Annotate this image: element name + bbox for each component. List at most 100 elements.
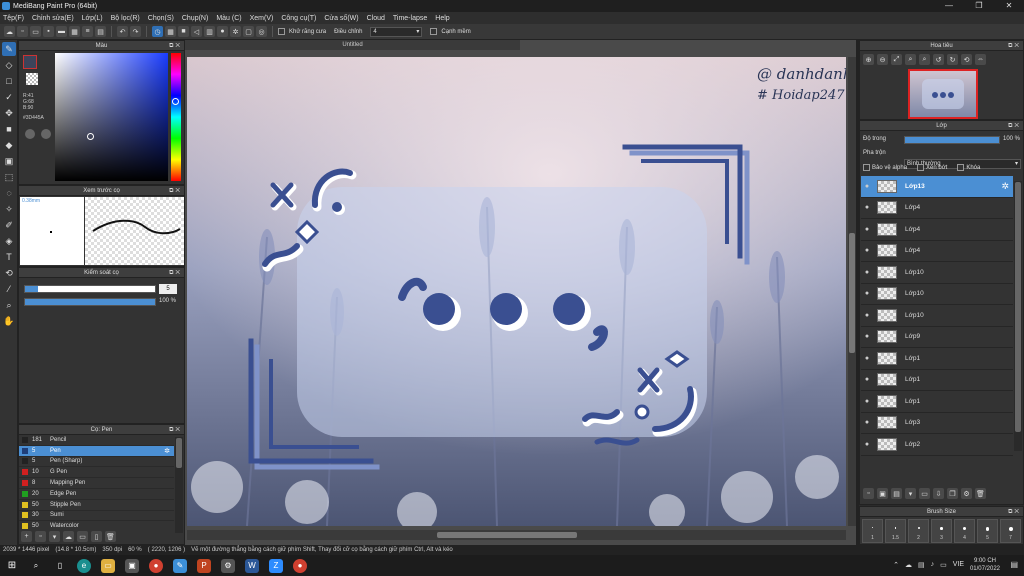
brush-size-preset[interactable]: 2	[908, 519, 929, 543]
language-indicator[interactable]: VIE	[953, 561, 964, 569]
brush-size-preset[interactable]: 3	[931, 519, 952, 543]
menu-filter[interactable]: Bộ lọc(R)	[111, 15, 140, 22]
delete-brush-icon[interactable]: 🗑	[105, 531, 116, 542]
battery-tray-icon[interactable]: ▭	[940, 561, 947, 569]
eyedropper-tool-icon[interactable]: ⁄	[2, 282, 16, 296]
eraser-tool-icon[interactable]: ◇	[2, 58, 16, 72]
brush-list-item[interactable]: 8 Mapping Pen	[19, 478, 174, 489]
layer-row[interactable]: ● Lớp2	[861, 434, 1013, 456]
hand-tool-icon[interactable]: ✋	[2, 314, 16, 328]
layer-row[interactable]: ● Lớp4	[861, 198, 1013, 219]
select-rect-tool-icon[interactable]: ⬚	[2, 170, 16, 184]
menu-snap[interactable]: Chụp(N)	[182, 15, 208, 22]
brush-list-item[interactable]: 30 Sumi	[19, 511, 174, 522]
brush-list-item[interactable]: 50 Stipple Pen	[19, 500, 174, 511]
save-icon[interactable]: ▪	[43, 26, 54, 37]
layer-row[interactable]: ● Lớp13 ✲	[861, 176, 1013, 198]
brush-size-preset[interactable]: 7	[1000, 519, 1021, 543]
word-icon[interactable]: W	[245, 558, 259, 573]
delete-layer-icon[interactable]: 🗑	[975, 488, 986, 499]
adjust-select[interactable]: 4	[370, 26, 423, 37]
nav-zoom-out-icon[interactable]: ⊖	[877, 54, 888, 65]
chrome-icon[interactable]: ●	[149, 558, 163, 573]
layer-visibility-icon[interactable]: ●	[861, 355, 873, 362]
menu-file[interactable]: Tệp(F)	[3, 15, 24, 22]
color-wheel-icon[interactable]	[41, 129, 51, 139]
gear-snap-icon[interactable]: ✲	[230, 26, 241, 37]
windows-start-icon[interactable]: ⊞	[5, 559, 19, 573]
layer-visibility-icon[interactable]: ●	[861, 441, 873, 448]
redo-icon[interactable]: ↷	[130, 26, 141, 37]
menu-timelapse[interactable]: Time-lapse	[393, 15, 427, 22]
magic-wand-tool-icon[interactable]: ✧	[2, 202, 16, 216]
layer-options-icon[interactable]: ▾	[905, 488, 916, 499]
chrome-2-icon[interactable]: ●	[293, 558, 307, 573]
layer-row[interactable]: ● Lớp3	[861, 413, 1013, 434]
document-tab[interactable]: Untitled	[185, 40, 520, 50]
brush-cloud-icon[interactable]: ☁	[63, 531, 74, 542]
menu-select[interactable]: Chọn(S)	[148, 15, 174, 22]
lock-checkbox[interactable]	[957, 164, 965, 171]
nav-zoom-icon[interactable]: ⌕	[919, 54, 930, 65]
layer-visibility-icon[interactable]: ●	[861, 419, 873, 426]
nav-zoom-in-icon[interactable]: ⊕	[863, 54, 874, 65]
nav-fit-icon[interactable]: ⤢	[891, 54, 902, 65]
circle-icon[interactable]: ●	[217, 26, 228, 37]
pen-stabilizer-icon[interactable]: ◷	[152, 26, 163, 37]
panels-icon[interactable]: ▤	[95, 26, 106, 37]
layer-visibility-icon[interactable]: ●	[861, 290, 873, 297]
text-tool-icon[interactable]: T	[2, 250, 16, 264]
medibang-taskbar-icon[interactable]: ✎	[173, 558, 187, 573]
layer-row[interactable]: ● Lớp4	[861, 219, 1013, 241]
saturation-value-picker[interactable]	[55, 53, 168, 181]
ruler-icon[interactable]: ▦	[165, 26, 176, 37]
edge-icon[interactable]: e	[77, 558, 91, 573]
layers-stack-icon[interactable]: ▥	[204, 26, 215, 37]
brush-settings-gear-icon[interactable]: ✲	[164, 447, 170, 455]
menu-tools[interactable]: Công cụ(T)	[281, 15, 316, 22]
layer-row[interactable]: ● Lớp10	[861, 262, 1013, 284]
layer-visibility-icon[interactable]: ●	[861, 376, 873, 383]
new-folder-icon[interactable]: ▭	[919, 488, 930, 499]
notification-icon[interactable]: ▤	[1010, 560, 1018, 569]
clipping-checkbox[interactable]	[917, 164, 925, 171]
store-icon[interactable]: ▣	[125, 558, 139, 573]
layer-row[interactable]: ● Lớp9	[861, 327, 1013, 348]
brush-list-scrollbar[interactable]	[175, 437, 183, 533]
brush-opacity-slider[interactable]	[24, 298, 156, 306]
clock-date[interactable]: 01/07/2022	[970, 565, 1000, 573]
nav-reset-rotate-icon[interactable]: ⟲	[961, 54, 972, 65]
layer-row[interactable]: ● Lớp1	[861, 370, 1013, 391]
add-brush-icon[interactable]: +	[21, 531, 32, 542]
divide-tool-icon[interactable]: ⟲	[2, 266, 16, 280]
gradient-tool-icon[interactable]: ▣	[2, 154, 16, 168]
nav-rotate-right-icon[interactable]: ↻	[947, 54, 958, 65]
layer-row[interactable]: ● Lớp10	[861, 305, 1013, 327]
layer-visibility-icon[interactable]: ●	[861, 226, 873, 233]
nav-actual-size-icon[interactable]: ⌕	[905, 54, 916, 65]
layer-visibility-icon[interactable]: ●	[861, 183, 873, 190]
menu-cloud[interactable]: Cloud	[367, 15, 385, 22]
lasso-tool-icon[interactable]: ◌	[2, 186, 16, 200]
brush-size-preset[interactable]: 4	[954, 519, 975, 543]
new-layer-icon[interactable]: ▫	[863, 488, 874, 499]
task-view-icon[interactable]: ▯	[53, 559, 67, 573]
powerpoint-icon[interactable]: P	[197, 558, 211, 573]
merge-down-icon[interactable]: ⇩	[933, 488, 944, 499]
check-tool-icon[interactable]: ✓	[2, 90, 16, 104]
new-file-icon[interactable]: ▫	[17, 26, 28, 37]
zoom-app-icon[interactable]: Z	[269, 558, 283, 573]
brush-size-input[interactable]: 5	[159, 284, 177, 294]
comment-icon[interactable]: ▬	[56, 26, 67, 37]
layer-settings-gear-icon[interactable]: ✲	[1001, 181, 1009, 192]
artwork-canvas[interactable]: @ danhdanh # Hoidap247	[187, 57, 846, 526]
brush-page-icon[interactable]: ▯	[91, 531, 102, 542]
brush-tool-icon[interactable]: ✎	[2, 42, 16, 56]
background-color-swatch[interactable]	[26, 73, 38, 85]
brush-list-item[interactable]: 10 G Pen	[19, 467, 174, 479]
square-icon[interactable]: ■	[178, 26, 189, 37]
volume-tray-icon[interactable]: ♪	[931, 561, 935, 569]
brush-list-item[interactable]: 50 Watercolor	[19, 521, 174, 531]
antialias-checkbox[interactable]	[278, 28, 285, 35]
brush-size-preset[interactable]: 1	[862, 519, 883, 543]
